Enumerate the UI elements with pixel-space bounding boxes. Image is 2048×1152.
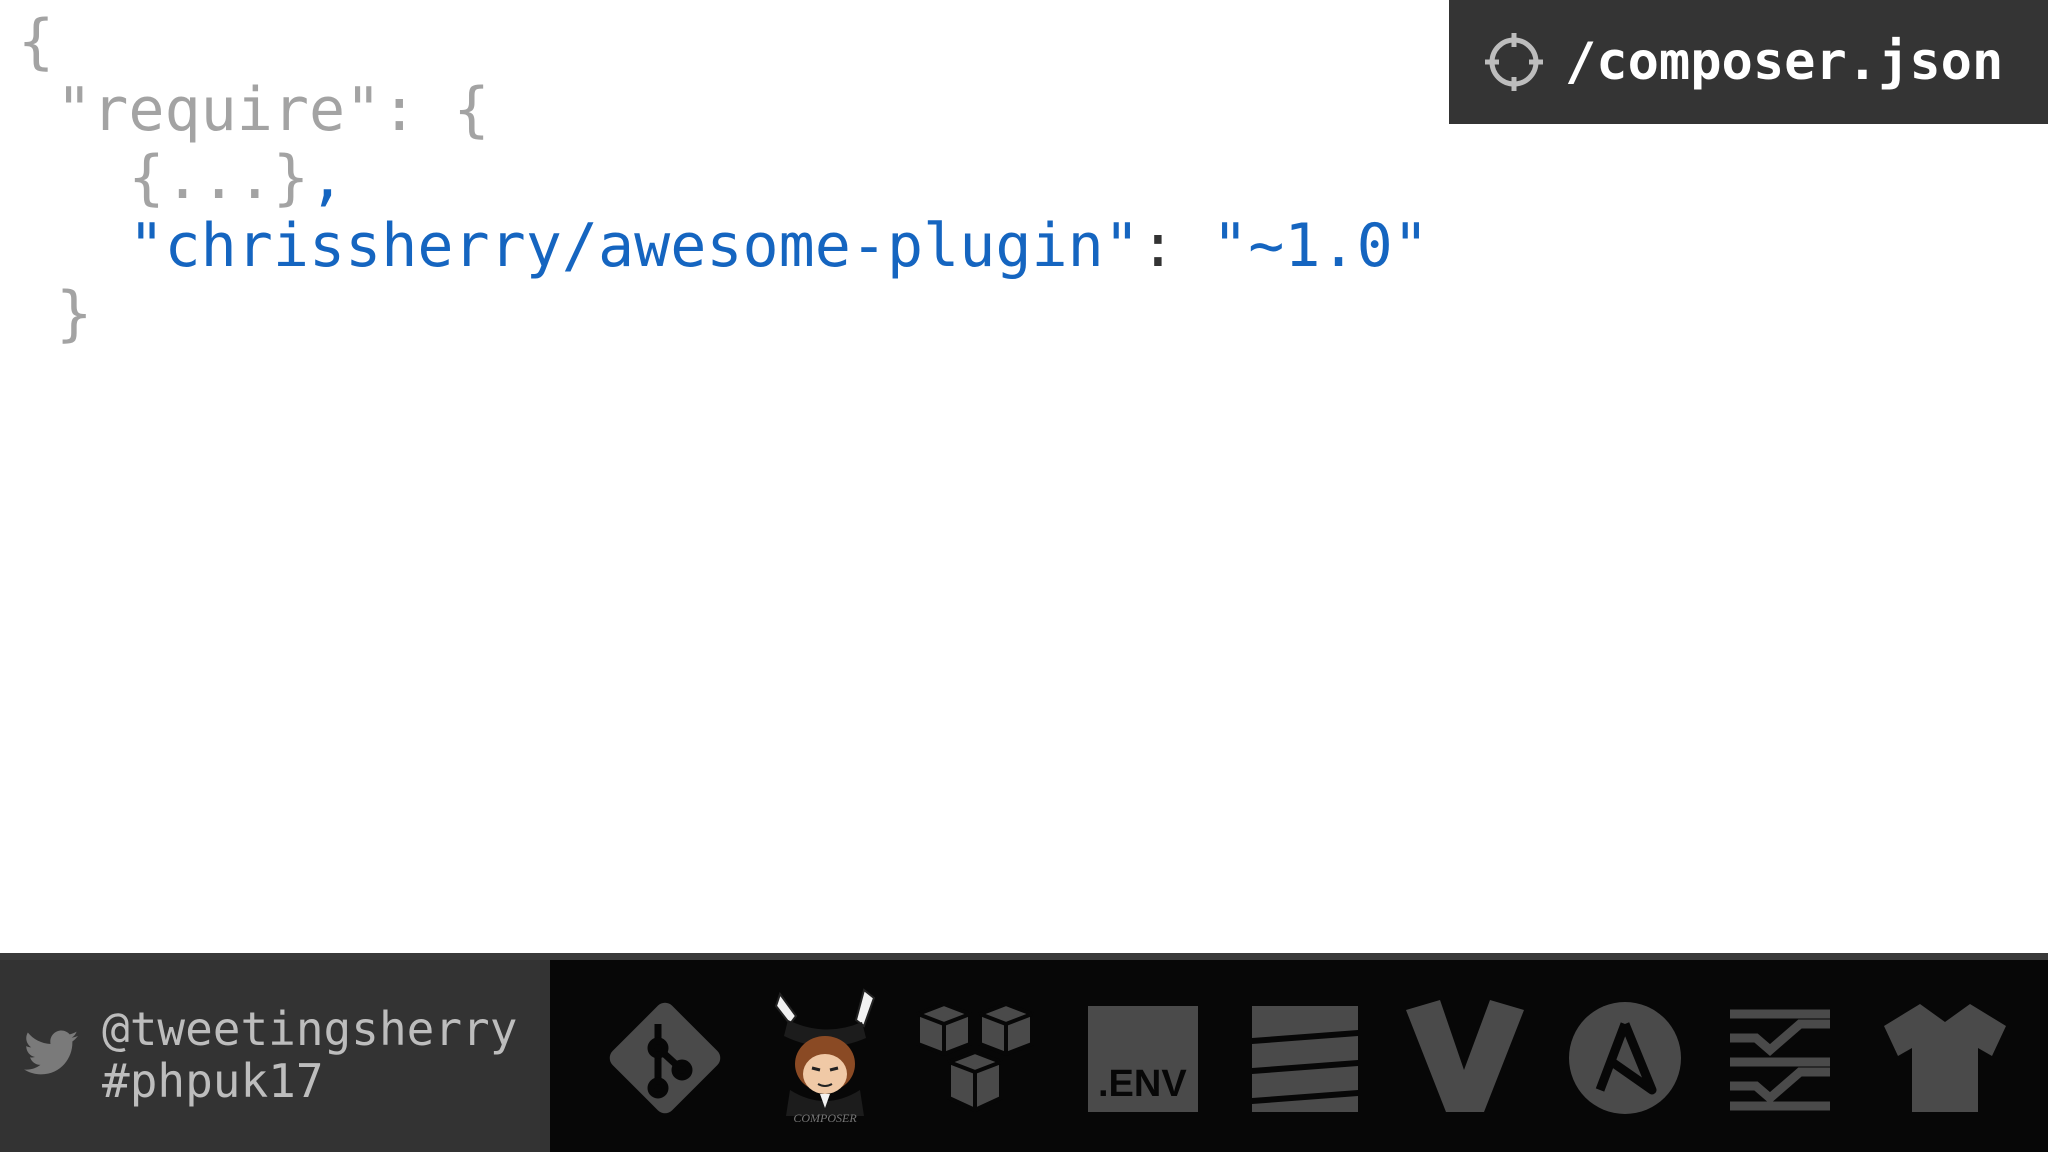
- code-colon: :: [1139, 211, 1213, 281]
- code-line-open-brace: {: [18, 7, 55, 77]
- code-plugin-key: "chrissherry/awesome-plugin": [20, 211, 1140, 281]
- dotenv-icon: .ENV: [1080, 1000, 1210, 1116]
- file-name: /composer.json: [1565, 32, 2004, 92]
- code-line-close-brace: }: [20, 279, 93, 349]
- twitter-bird-icon: [24, 1030, 78, 1075]
- aws-cubes-icon: [910, 1000, 1040, 1116]
- git-icon: [600, 1000, 730, 1116]
- code-comma: ,: [308, 143, 346, 213]
- ansible-icon: [1560, 1000, 1690, 1116]
- tool-logo-strip: COMPOSER .ENV: [550, 960, 2048, 1152]
- twitter-handle: @tweetingsherry: [102, 1002, 518, 1056]
- code-line-require: "require": {: [20, 75, 490, 145]
- zend-expressive-icon: [1240, 1000, 1370, 1116]
- checklist-icon: [1720, 1000, 1850, 1116]
- code-ellipsis-text: {...}: [20, 143, 309, 213]
- crosshair-icon: [1485, 33, 1543, 91]
- vagrant-icon: [1400, 1000, 1530, 1116]
- file-badge: /composer.json: [1449, 0, 2048, 124]
- svg-text:COMPOSER: COMPOSER: [793, 1111, 857, 1125]
- code-line-ellipsis: {...},: [20, 144, 345, 212]
- shirt-icon: [1880, 1000, 2010, 1116]
- composer-conductor-logo: COMPOSER: [760, 986, 890, 1126]
- code-line-plugin: "chrissherry/awesome-plugin": "~1.0": [20, 211, 1429, 281]
- footer-divider: [0, 953, 2048, 960]
- code-plugin-version: "~1.0": [1212, 211, 1429, 281]
- social-panel: @tweetingsherry #phpuk17: [0, 960, 550, 1152]
- dotenv-label: .ENV: [1098, 1063, 1187, 1105]
- event-hashtag: #phpuk17: [102, 1054, 324, 1108]
